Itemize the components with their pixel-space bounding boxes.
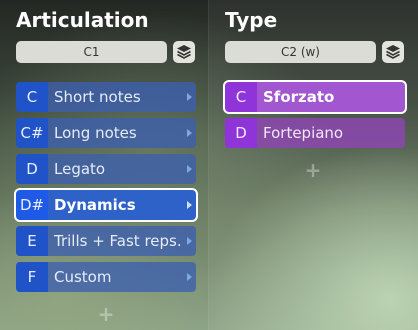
- keyswitch-note: F: [16, 262, 48, 292]
- type-item[interactable]: D Fortepiano: [225, 118, 405, 148]
- chevron-right-icon[interactable]: [187, 93, 192, 101]
- keyswitch-note: D#: [16, 190, 48, 220]
- articulation-item[interactable]: F Custom: [16, 262, 196, 292]
- type-label: Sforzato: [263, 88, 335, 106]
- type-keyswitch-selector[interactable]: C2 (w): [225, 41, 376, 63]
- articulation-label: Short notes: [54, 88, 141, 106]
- articulation-list: C Short notes C# Long notes D Legato D# …: [14, 82, 198, 298]
- keyswitch-note: D: [225, 118, 257, 148]
- chevron-right-icon[interactable]: [187, 129, 192, 137]
- type-layers-button[interactable]: [382, 41, 404, 63]
- articulation-label: Dynamics: [54, 196, 136, 214]
- layers-stack-icon: [177, 45, 191, 59]
- keyswitch-note: C#: [16, 118, 48, 148]
- keyswitch-note: E: [16, 226, 48, 256]
- articulation-label: Custom: [54, 268, 112, 286]
- keyswitch-note: C: [16, 82, 48, 112]
- type-item-selected[interactable]: C Sforzato: [223, 80, 407, 114]
- keyswitch-note: D: [16, 154, 48, 184]
- chevron-right-icon[interactable]: [187, 201, 192, 209]
- articulation-keyswitch-selector[interactable]: C1: [16, 41, 167, 63]
- type-column: Type C2 (w) C Sforzato D Fortepiano +: [208, 0, 418, 330]
- articulation-layers-button[interactable]: [173, 41, 195, 63]
- type-label: Fortepiano: [263, 124, 344, 142]
- add-type-button[interactable]: +: [303, 160, 323, 180]
- type-list: C Sforzato D Fortepiano: [223, 80, 407, 154]
- articulation-item-selected[interactable]: D# Dynamics: [14, 188, 198, 222]
- chevron-right-icon[interactable]: [187, 237, 192, 245]
- articulation-label: Legato: [54, 160, 106, 178]
- articulation-item[interactable]: D Legato: [16, 154, 196, 184]
- layers-stack-icon: [386, 45, 400, 59]
- articulation-title: Articulation: [16, 8, 149, 32]
- articulation-item[interactable]: C Short notes: [16, 82, 196, 112]
- articulation-label: Long notes: [54, 124, 137, 142]
- articulation-label: Trills + Fast reps.: [54, 232, 182, 250]
- articulation-item[interactable]: E Trills + Fast reps.: [16, 226, 196, 256]
- chevron-right-icon[interactable]: [187, 165, 192, 173]
- chevron-right-icon[interactable]: [187, 273, 192, 281]
- articulation-item[interactable]: C# Long notes: [16, 118, 196, 148]
- articulation-column: Articulation C1 C Short notes C# Long no…: [0, 0, 208, 330]
- add-articulation-button[interactable]: +: [96, 304, 116, 324]
- type-title: Type: [225, 8, 278, 32]
- keyswitch-note: C: [225, 82, 257, 112]
